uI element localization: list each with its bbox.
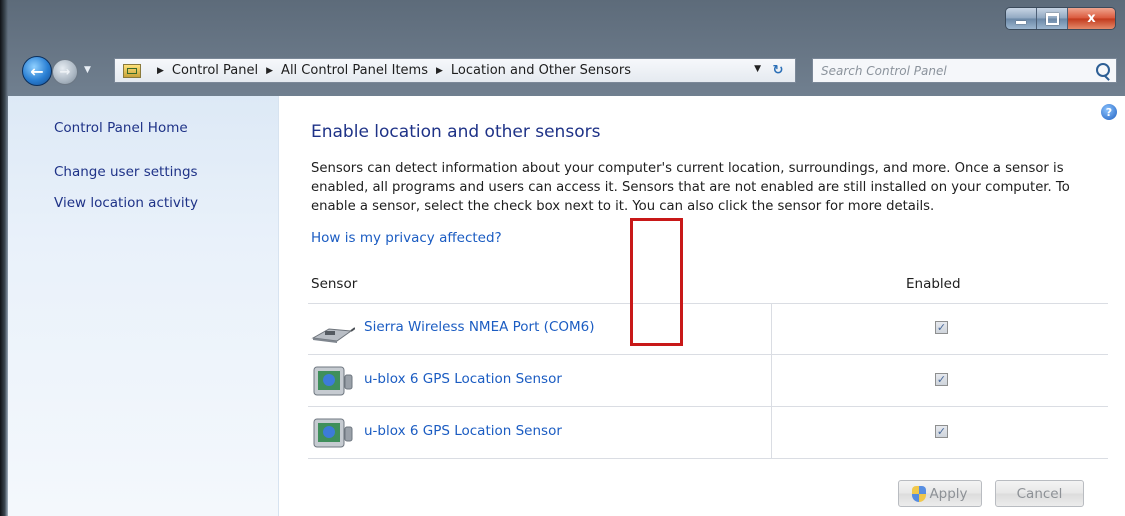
- maximize-button[interactable]: [1037, 8, 1068, 29]
- refresh-icon[interactable]: ↻: [767, 61, 789, 79]
- close-button[interactable]: x: [1068, 8, 1115, 29]
- navigation-bar: ← → ▼ ▶ Control Panel ▶ All Control Pane…: [22, 56, 1125, 88]
- control-panel-icon: [123, 63, 141, 78]
- sidebar-item-view-location-activity[interactable]: View location activity: [54, 195, 198, 211]
- sidebar-item-control-panel-home[interactable]: Control Panel Home: [54, 120, 188, 136]
- breadcrumb-all-items[interactable]: All Control Panel Items: [281, 63, 428, 78]
- main-panel: ? Enable location and other sensors Sens…: [279, 96, 1125, 516]
- table-row: u-blox 6 GPS Location Sensor ✓: [308, 408, 1108, 459]
- search-placeholder: Search Control Panel: [821, 63, 947, 78]
- column-header-sensor: Sensor: [311, 276, 358, 292]
- close-icon: x: [1087, 11, 1096, 26]
- table-row: u-blox 6 GPS Location Sensor ✓: [308, 356, 1108, 407]
- column-header-enabled: Enabled: [906, 276, 961, 292]
- gps-sensor-icon: [313, 418, 353, 448]
- breadcrumb-separator-icon[interactable]: ▶: [266, 66, 273, 76]
- search-icon[interactable]: [1096, 63, 1110, 77]
- minimize-button[interactable]: [1006, 8, 1037, 29]
- address-bar[interactable]: ▶ Control Panel ▶ All Control Panel Item…: [114, 58, 796, 83]
- address-dropdown-icon[interactable]: ▼: [754, 64, 761, 74]
- breadcrumb-separator-icon[interactable]: ▶: [157, 66, 164, 76]
- page-title: Enable location and other sensors: [311, 122, 601, 142]
- description-text: Sensors can detect information about you…: [311, 161, 1070, 214]
- sensor-enabled-checkbox[interactable]: ✓: [935, 321, 948, 334]
- forward-arrow-icon: →: [59, 64, 71, 80]
- forward-button[interactable]: →: [52, 59, 78, 85]
- sidebar: Control Panel Home Change user settings …: [8, 96, 279, 516]
- sensor-name-link[interactable]: u-blox 6 GPS Location Sensor: [364, 371, 562, 387]
- annotation-highlight-box: [630, 218, 683, 346]
- caption-buttons: x: [1006, 8, 1115, 29]
- breadcrumb-control-panel[interactable]: Control Panel: [172, 63, 258, 78]
- sidebar-item-change-user-settings[interactable]: Change user settings: [54, 164, 198, 180]
- breadcrumb-location-sensors[interactable]: Location and Other Sensors: [451, 63, 631, 78]
- cancel-button[interactable]: Cancel: [995, 480, 1084, 507]
- content-area: Control Panel Home Change user settings …: [8, 96, 1125, 516]
- serial-port-icon: [311, 327, 355, 343]
- sensor-name-link[interactable]: u-blox 6 GPS Location Sensor: [364, 423, 562, 439]
- gps-sensor-icon: [313, 366, 353, 396]
- sensor-enabled-checkbox[interactable]: ✓: [935, 373, 948, 386]
- sensor-enabled-checkbox[interactable]: ✓: [935, 425, 948, 438]
- control-panel-window: x ← → ▼ ▶ Control Panel ▶ All Control Pa…: [0, 0, 1125, 516]
- sensor-name-link[interactable]: Sierra Wireless NMEA Port (COM6): [364, 319, 595, 335]
- back-arrow-icon: ←: [30, 61, 44, 81]
- uac-shield-icon: [912, 485, 927, 502]
- search-input[interactable]: Search Control Panel: [812, 58, 1117, 83]
- cancel-label: Cancel: [1016, 485, 1063, 502]
- maximize-icon: [1045, 12, 1059, 25]
- breadcrumb-separator-icon[interactable]: ▶: [436, 66, 443, 76]
- help-icon[interactable]: ?: [1101, 104, 1117, 120]
- privacy-link[interactable]: How is my privacy affected?: [311, 230, 502, 246]
- apply-button[interactable]: Apply: [898, 480, 982, 507]
- minimize-icon: [1016, 21, 1026, 24]
- recent-pages-dropdown-icon[interactable]: ▼: [84, 65, 91, 75]
- table-row: Sierra Wireless NMEA Port (COM6) ✓: [308, 304, 1108, 355]
- back-button[interactable]: ←: [22, 56, 52, 86]
- apply-label: Apply: [929, 485, 968, 502]
